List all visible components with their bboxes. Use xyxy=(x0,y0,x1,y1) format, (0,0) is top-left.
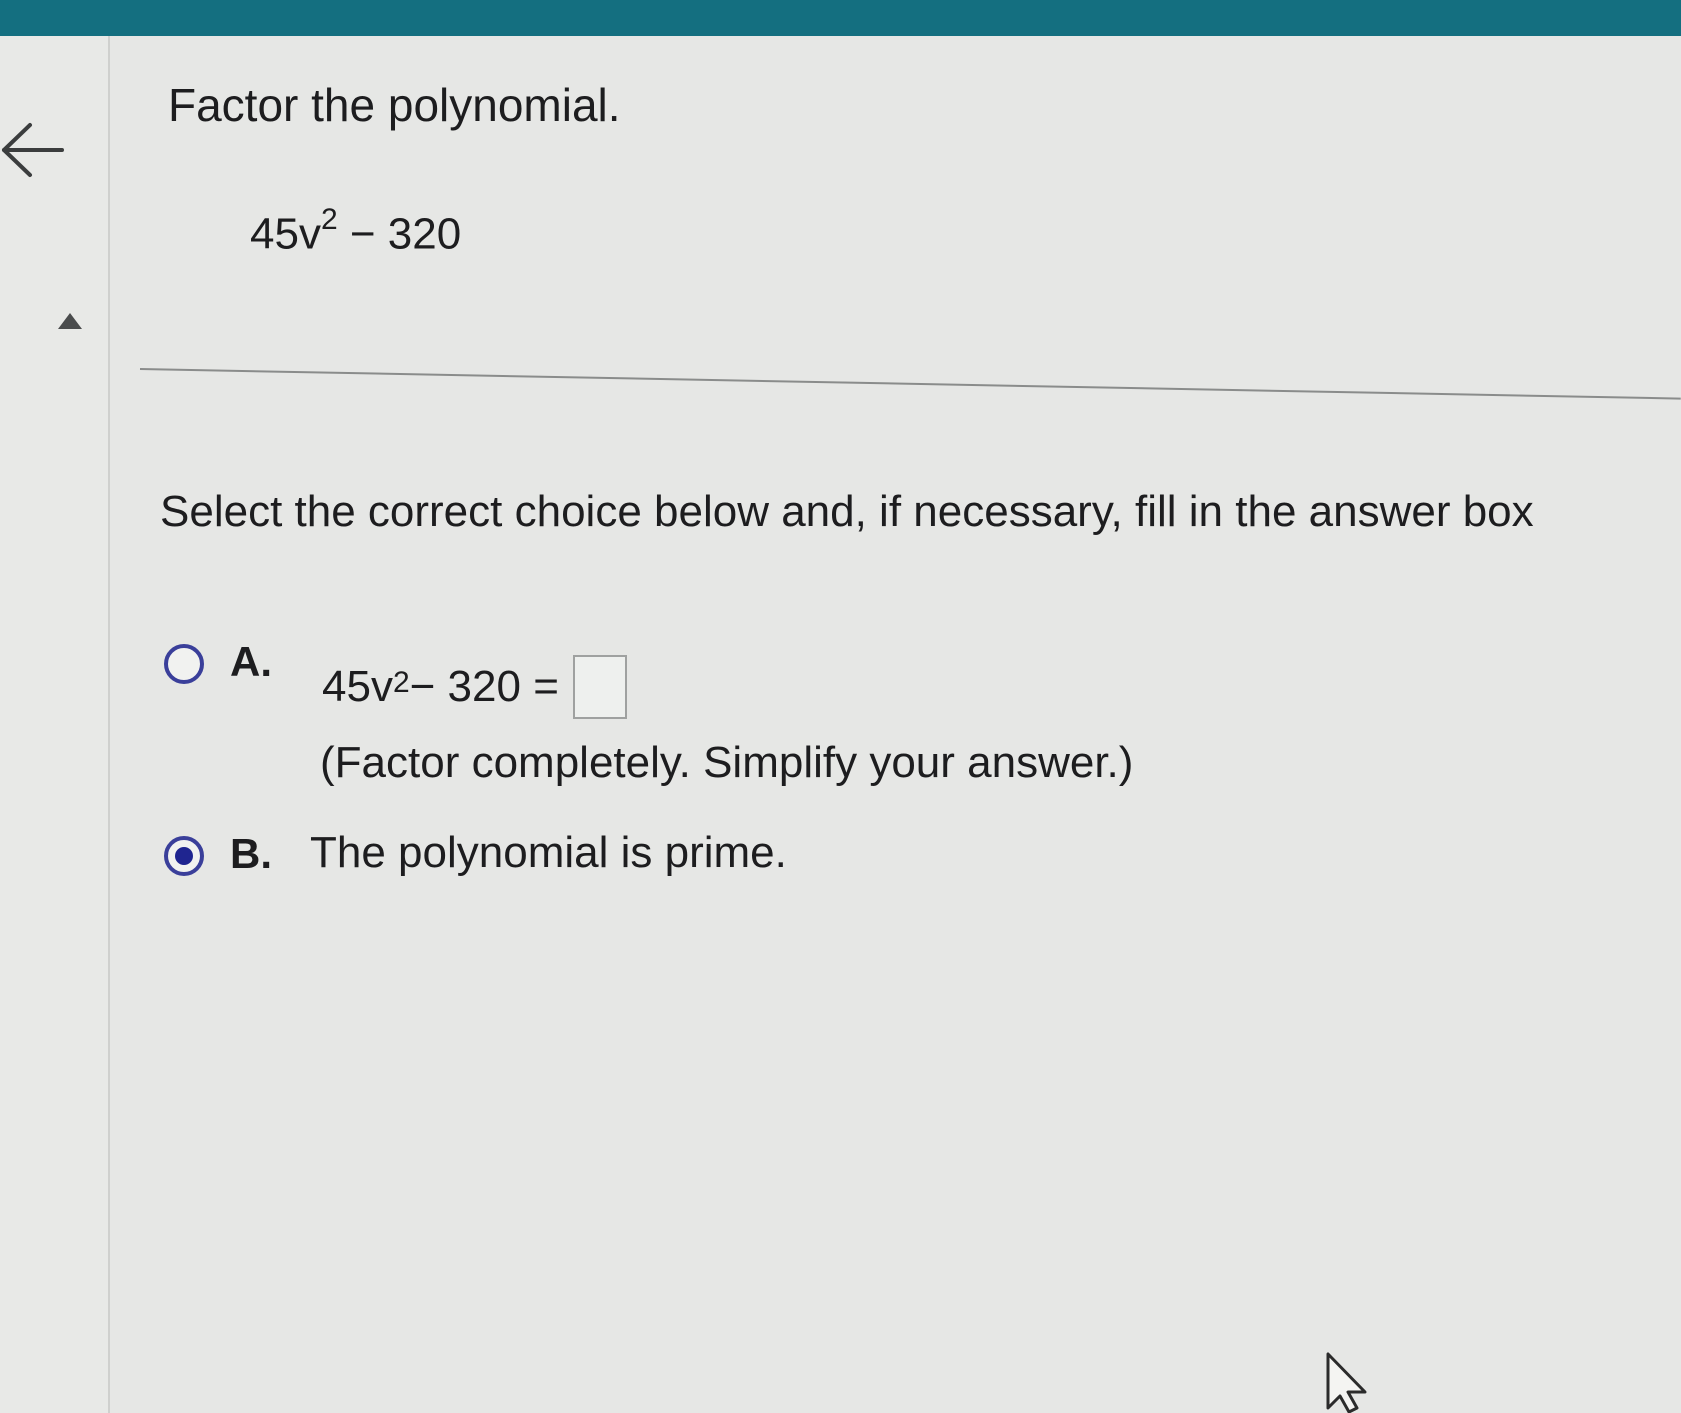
problem-expression: 45v2 − 320 xyxy=(250,203,462,260)
choice-a-letter: A. xyxy=(230,638,272,685)
collapse-triangle-icon[interactable] xyxy=(57,312,83,330)
expression-term: 45v xyxy=(250,209,321,259)
left-navigation-rail xyxy=(0,36,110,1413)
back-arrow-icon[interactable] xyxy=(0,115,70,185)
mouse-pointer-icon xyxy=(1326,1352,1367,1413)
choice-a-equation: 45v 2 − 320 = xyxy=(322,655,627,719)
choice-b[interactable]: B. The polynomial is prime. xyxy=(164,828,787,878)
choice-b-letter: B. xyxy=(230,830,272,877)
choice-a-exponent: 2 xyxy=(392,666,410,699)
choice-a-term: 45v xyxy=(322,662,393,711)
choice-b-radio[interactable] xyxy=(164,836,204,876)
expression-exponent: 2 xyxy=(320,203,338,236)
choice-a-hint: (Factor completely. Simplify your answer… xyxy=(320,738,1134,787)
choice-a-rest: − 320 = xyxy=(409,662,559,711)
choice-b-text: The polynomial is prime. xyxy=(310,828,787,877)
instruction-text: Select the correct choice below and, if … xyxy=(160,487,1534,536)
choice-a-radio[interactable] xyxy=(164,644,204,684)
question-title: Factor the polynomial. xyxy=(168,79,621,131)
expression-rest: − 320 xyxy=(337,209,462,259)
answer-input-box[interactable] xyxy=(572,655,627,719)
choice-a[interactable]: A. xyxy=(164,638,310,686)
